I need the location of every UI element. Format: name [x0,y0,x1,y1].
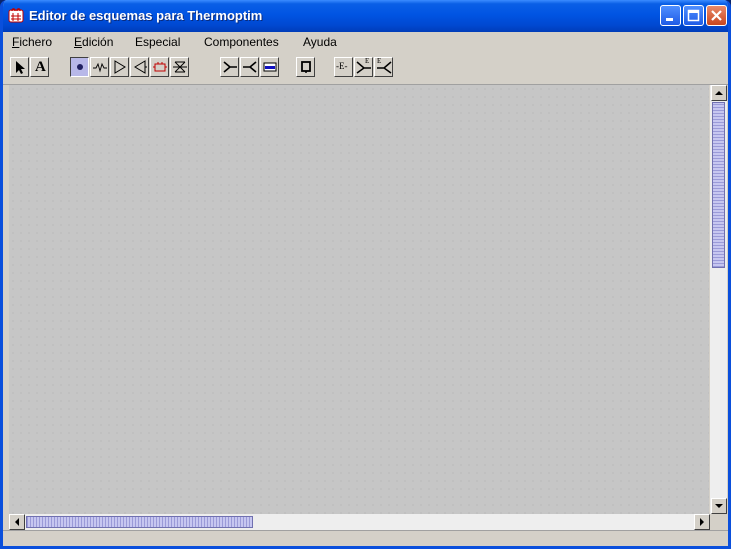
title-bar[interactable]: Editor de esquemas para Thermoptim [3,0,728,32]
point-icon [77,64,83,70]
valve-icon [173,61,187,73]
minimize-icon [666,18,673,21]
maximize-button[interactable] [683,5,704,26]
external-icon: -E- [336,61,348,71]
arrow-cursor-icon [16,61,25,74]
external-mixer-tool[interactable]: E [354,57,373,77]
horizontal-scrollbar[interactable] [9,514,710,530]
text-a-icon: A [35,59,46,75]
status-bar [3,530,728,546]
scroll-left-button[interactable] [9,514,25,530]
throttle-tool[interactable] [170,57,189,77]
toolbar: A -E- E E [3,52,728,85]
triangle-left-icon [134,60,147,74]
external-mixer-icon [356,61,371,74]
menu-ayuda[interactable]: Ayuda [303,35,337,49]
text-tool[interactable]: A [30,57,49,77]
mixer-tool[interactable] [220,57,239,77]
editor-window: Editor de esquemas para Thermoptim Fiche… [0,0,731,549]
zigzag-icon [93,62,107,73]
exchanger-icon [263,62,277,72]
window-title: Editor de esquemas para Thermoptim [29,8,263,23]
process-tool[interactable] [296,57,315,77]
scroll-up-button[interactable] [711,85,727,101]
menu-bar: Fichero Edición Especial Componentes Ayu… [3,32,728,52]
menu-fichero[interactable]: Fichero [12,35,52,49]
external-mixer-label: E [365,57,370,65]
divider-icon [243,61,257,73]
turbine-tool[interactable] [130,57,149,77]
horizontal-scroll-thumb[interactable] [26,516,253,528]
menu-especial[interactable]: Especial [135,35,180,49]
triangle-right-icon [114,60,126,74]
external-divider-tool[interactable]: E [374,57,393,77]
close-button[interactable] [706,5,727,26]
select-tool[interactable] [10,57,29,77]
minimize-button[interactable] [660,5,681,26]
heater-icon [153,62,167,72]
diagram-canvas[interactable] [9,85,709,514]
arrow-left-icon [15,518,19,526]
box-icon [301,61,311,73]
menu-componentes[interactable]: Componentes [204,35,279,49]
vertical-scroll-thumb[interactable] [712,102,725,268]
menu-edicion[interactable]: Edición [74,35,113,49]
arrow-down-icon [715,504,723,508]
maximize-icon [687,9,700,22]
arrow-up-icon [715,91,723,95]
scroll-down-button[interactable] [711,498,727,514]
external-process-tool[interactable]: -E- [334,57,353,77]
exchange-tool[interactable] [90,57,109,77]
arrow-right-icon [700,518,704,526]
compressor-tool[interactable] [110,57,129,77]
scroll-corner [710,514,727,530]
close-icon [711,10,722,21]
external-divider-label: E [377,57,382,65]
app-icon [8,8,24,23]
mixer-icon [223,61,237,73]
scroll-right-button[interactable] [694,514,710,530]
heat-exchanger-tool[interactable] [260,57,279,77]
point-tool[interactable] [70,57,89,77]
vertical-scrollbar[interactable] [710,85,727,514]
divider-tool[interactable] [240,57,259,77]
combustion-tool[interactable] [150,57,169,77]
